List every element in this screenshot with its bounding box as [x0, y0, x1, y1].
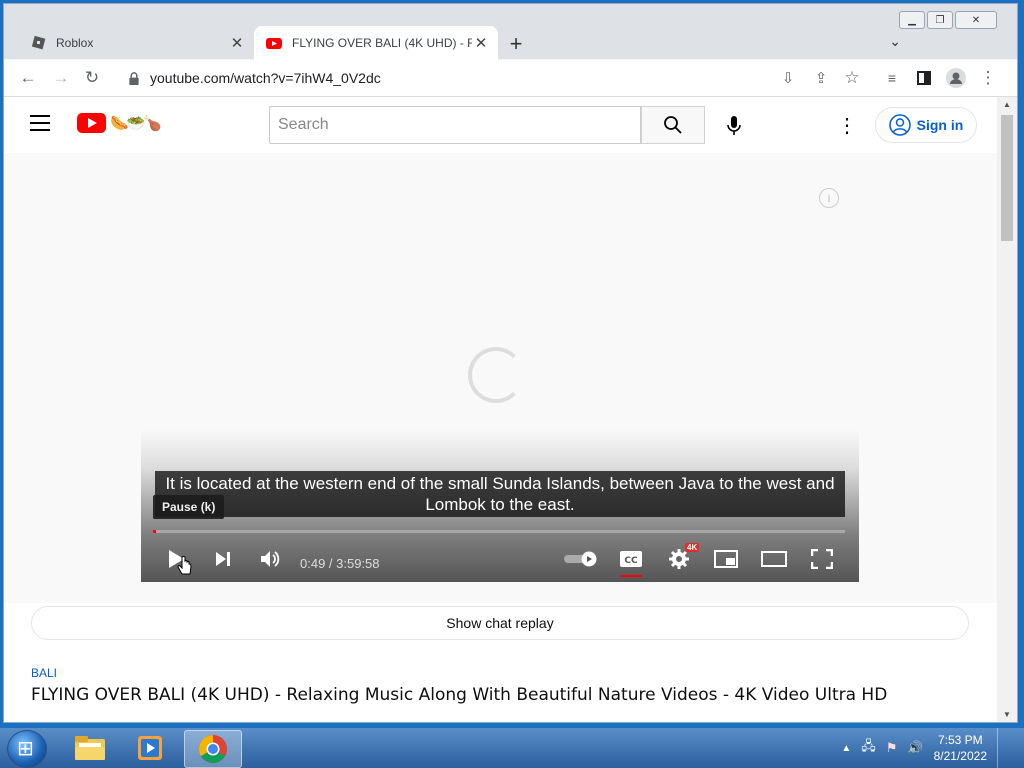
windows-taskbar: ▲ 🖧 ⚑ 🔊 7:53 PM 8/21/2022 — [0, 728, 1024, 768]
tab-roblox[interactable]: Roblox ✕ — [18, 26, 254, 60]
lock-icon — [129, 71, 139, 85]
subtitles-active-indicator — [620, 575, 642, 577]
media-controls-icon[interactable]: ≡ — [880, 66, 904, 90]
account-circle-icon — [888, 114, 911, 136]
gear-icon — [669, 549, 689, 569]
new-tab-button[interactable]: + — [504, 31, 528, 57]
media-player-icon — [138, 736, 162, 760]
page-scrollbar[interactable]: ▲ ▼ — [997, 97, 1017, 722]
restore-button[interactable]: ❐ — [927, 11, 953, 29]
volume-button[interactable] — [257, 548, 283, 570]
subtitles-button[interactable]: CC — [618, 548, 644, 570]
next-icon — [216, 552, 230, 566]
browser-toolbar: ← → ↻ youtube.com/watch?v=7ihW4_0V2dc ⇩ … — [4, 60, 1017, 97]
fullscreen-icon — [811, 549, 833, 569]
close-tab-icon[interactable]: ✕ — [228, 34, 246, 52]
youtube-page: 🌭🥗🍗 ⋮ Sign in i It is located at the wes… — [4, 97, 997, 722]
close-window-button[interactable]: ✕ — [955, 11, 997, 29]
video-player[interactable]: i It is located at the western end of th… — [4, 153, 997, 603]
tab-strip: ▁ ❐ ✕ Roblox ✕ FLYING OVER BALI (4K UHD)… — [4, 4, 1017, 60]
theater-mode-button[interactable] — [761, 548, 787, 570]
scroll-down-icon[interactable]: ▼ — [997, 710, 1017, 719]
quality-badge: 4K — [685, 543, 700, 552]
settings-more-icon[interactable]: ⋮ — [837, 113, 857, 138]
video-hashtag-link[interactable]: BALI — [31, 666, 57, 680]
explorer-icon — [75, 736, 105, 760]
side-panel-icon[interactable] — [912, 66, 936, 90]
volume-icon — [261, 551, 280, 567]
system-tray: ▲ 🖧 ⚑ 🔊 7:53 PM 8/21/2022 — [841, 728, 1012, 768]
taskbar-explorer[interactable] — [62, 730, 118, 766]
action-center-flag-icon[interactable]: ⚑ — [886, 740, 898, 756]
url-text: youtube.com/watch?v=7ihW4_0V2dc — [150, 70, 381, 86]
video-title: FLYING OVER BALI (4K UHD) - Relaxing Mus… — [31, 685, 888, 705]
profile-icon[interactable] — [944, 66, 968, 90]
close-tab-icon[interactable]: ✕ — [472, 34, 490, 52]
search-input[interactable] — [276, 115, 634, 135]
window-controls: ▁ ❐ ✕ — [899, 11, 997, 29]
tab-search-icon[interactable]: ⌄ — [889, 33, 901, 50]
clock-time: 7:53 PM — [937, 733, 983, 747]
show-desktop-button[interactable] — [997, 728, 1012, 768]
start-button[interactable] — [7, 730, 47, 768]
info-icon[interactable]: i — [819, 188, 839, 208]
time-display: 0:49 / 3:59:58 — [300, 556, 380, 571]
search-button[interactable] — [641, 106, 705, 144]
player-overlay: It is located at the western end of the … — [141, 430, 859, 582]
youtube-logo[interactable]: 🌭🥗🍗 — [77, 113, 162, 133]
next-button[interactable] — [210, 548, 236, 570]
share-icon[interactable]: ⇪ — [809, 66, 833, 90]
network-icon[interactable]: 🖧 — [861, 737, 876, 759]
search-icon — [664, 116, 682, 134]
cc-icon: CC — [620, 551, 642, 567]
microphone-icon — [727, 116, 741, 135]
chrome-menu-icon[interactable]: ⋮ — [976, 66, 1000, 90]
forward-icon[interactable]: → — [49, 66, 73, 90]
pause-tooltip: Pause (k) — [153, 495, 225, 519]
svg-text:CC: CC — [624, 556, 638, 566]
progress-fill — [153, 530, 156, 533]
taskbar-clock[interactable]: 7:53 PM 8/21/2022 — [934, 732, 987, 764]
miniplayer-button[interactable] — [713, 548, 739, 570]
scroll-up-icon[interactable]: ▲ — [997, 100, 1017, 109]
back-icon[interactable]: ← — [16, 66, 40, 90]
miniplayer-icon — [714, 550, 738, 568]
youtube-play-logo-icon — [77, 113, 106, 133]
chrome-icon — [199, 735, 227, 763]
sign-in-label: Sign in — [916, 117, 964, 133]
tab-title: Roblox — [56, 36, 94, 50]
address-bar[interactable]: youtube.com/watch?v=7ihW4_0V2dc — [114, 64, 874, 92]
fullscreen-button[interactable] — [809, 548, 835, 570]
scrollbar-thumb[interactable] — [1001, 115, 1013, 241]
loading-spinner-icon — [468, 347, 524, 403]
voice-search-button[interactable] — [714, 106, 754, 146]
show-hidden-icons-icon[interactable]: ▲ — [841, 743, 851, 754]
player-controls: 0:49 / 3:59:58 CC 4K — [141, 540, 859, 577]
tab-title: FLYING OVER BALI (4K UHD) - Re — [292, 36, 472, 50]
reload-icon[interactable]: ↻ — [80, 66, 104, 90]
autoplay-toggle-icon — [564, 551, 597, 567]
menu-icon[interactable] — [30, 115, 50, 136]
youtube-header: 🌭🥗🍗 ⋮ Sign in — [4, 97, 997, 153]
show-chat-replay-button[interactable]: Show chat replay — [31, 606, 969, 640]
clock-date: 8/21/2022 — [933, 749, 987, 763]
minimize-button[interactable]: ▁ — [899, 11, 925, 29]
search-box[interactable] — [269, 106, 641, 144]
theater-mode-icon — [761, 551, 787, 567]
taskbar-media-player[interactable] — [122, 730, 178, 766]
caption-text: It is located at the western end of the … — [155, 471, 845, 517]
autoplay-toggle[interactable] — [563, 548, 599, 570]
doodle-logo-icon: 🌭🥗🍗 — [110, 115, 162, 132]
roblox-icon — [31, 35, 46, 50]
speaker-icon[interactable]: 🔊 — [907, 740, 923, 756]
sign-in-button[interactable]: Sign in — [875, 107, 977, 143]
youtube-icon — [266, 38, 282, 49]
tab-youtube[interactable]: FLYING OVER BALI (4K UHD) - Re ✕ — [254, 26, 498, 60]
bookmark-star-icon[interactable]: ☆ — [840, 66, 864, 90]
taskbar-chrome[interactable] — [184, 730, 242, 768]
progress-bar[interactable] — [153, 530, 845, 533]
mouse-cursor-icon — [177, 556, 192, 575]
install-icon[interactable]: ⇩ — [776, 66, 800, 90]
browser-window: ▁ ❐ ✕ Roblox ✕ FLYING OVER BALI (4K UHD)… — [3, 3, 1018, 723]
